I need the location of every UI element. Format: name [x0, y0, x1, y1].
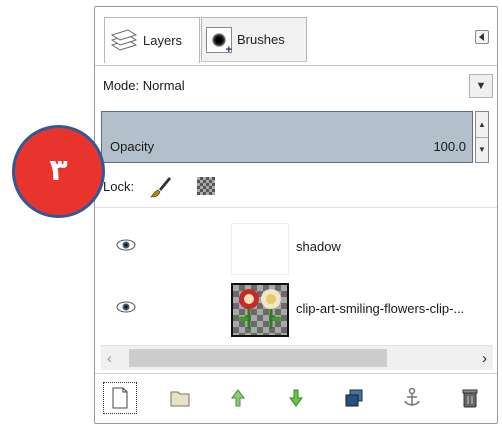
layers-dock-panel: Layers + Brushes Mode: Normal ▼ Opacity …	[94, 6, 498, 424]
delete-layer-button[interactable]	[453, 382, 487, 414]
duplicate-icon	[345, 389, 363, 407]
scrollbar-thumb[interactable]	[129, 349, 387, 367]
brush-icon: +	[206, 26, 232, 56]
opacity-spinner[interactable]: ▲ ▼	[475, 111, 489, 163]
layer-name[interactable]: clip-art-smiling-flowers-clip-...	[296, 301, 496, 316]
tab-brushes-label: Brushes	[237, 32, 285, 47]
step-number-badge: ۳	[12, 125, 105, 218]
opacity-slider[interactable]: Opacity 100.0	[101, 111, 473, 163]
mode-select[interactable]: Mode: Normal	[103, 78, 185, 93]
arrow-up-icon	[231, 389, 245, 407]
scroll-left-icon[interactable]: ‹	[107, 350, 112, 367]
arrow-down-icon	[289, 389, 303, 407]
trash-icon	[462, 389, 478, 408]
layer-thumbnail	[231, 223, 289, 275]
eye-icon[interactable]	[115, 299, 137, 315]
opacity-label: Opacity	[110, 139, 155, 154]
tab-layers-label: Layers	[143, 33, 183, 48]
anchor-icon	[404, 387, 420, 406]
new-layer-icon	[112, 387, 128, 409]
anchor-layer-button[interactable]	[395, 382, 429, 414]
horizontal-scrollbar[interactable]: ‹ ›	[101, 345, 493, 370]
raise-layer-button[interactable]	[221, 382, 255, 414]
flowers-thumbnail-icon	[238, 289, 282, 329]
layers-icon	[110, 28, 138, 51]
tab-bar: Layers + Brushes	[95, 7, 497, 66]
layer-row[interactable]: shadow	[95, 217, 497, 277]
tab-brushes[interactable]: + Brushes	[201, 17, 307, 62]
opacity-value: 100.0	[433, 139, 466, 154]
chevron-down-icon[interactable]: ▼	[469, 74, 493, 98]
lock-row: Lock:	[95, 167, 497, 208]
scroll-right-icon[interactable]: ›	[482, 350, 487, 367]
layer-row[interactable]: clip-art-smiling-flowers-clip-...	[95, 279, 497, 339]
layer-thumbnail	[231, 283, 289, 337]
lock-label: Lock:	[103, 179, 135, 194]
layers-toolbar	[95, 373, 497, 424]
folder-icon	[170, 391, 190, 407]
new-layer-group-button[interactable]	[163, 382, 197, 414]
mode-row: Mode: Normal ▼	[95, 69, 497, 103]
tab-menu-button[interactable]	[475, 30, 489, 44]
tab-layers[interactable]: Layers	[104, 17, 200, 63]
eye-icon[interactable]	[115, 237, 137, 253]
new-layer-button[interactable]	[103, 382, 137, 414]
spin-down-icon[interactable]: ▼	[476, 137, 488, 162]
spin-up-icon[interactable]: ▲	[476, 112, 488, 138]
layer-name[interactable]: shadow	[296, 239, 496, 254]
duplicate-layer-button[interactable]	[337, 382, 371, 414]
lock-alpha-icon[interactable]	[197, 177, 215, 195]
lower-layer-button[interactable]	[279, 382, 313, 414]
lock-pixels-icon[interactable]	[149, 175, 173, 199]
